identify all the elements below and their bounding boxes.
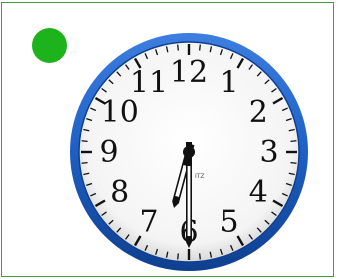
numeral-4: 4	[249, 175, 268, 210]
clock-svg: 121234567891011 ITZ	[70, 33, 308, 271]
numeral-1: 1	[219, 66, 238, 101]
minute-tick	[199, 44, 201, 51]
numeral-7: 7	[139, 204, 158, 239]
numeral-9: 9	[99, 135, 118, 170]
numeral-2: 2	[249, 95, 268, 130]
analog-clock: 121234567891011 ITZ	[68, 31, 310, 273]
numeral-5: 5	[219, 204, 238, 239]
center-pin	[183, 146, 195, 158]
minute-tick	[81, 140, 88, 142]
minute-tick	[81, 162, 88, 164]
minute-tick	[177, 44, 179, 51]
minute-tick	[199, 253, 201, 260]
clock-brand-label: ITZ	[195, 173, 205, 180]
numeral-11: 11	[130, 66, 168, 101]
numeral-3: 3	[259, 135, 278, 170]
status-indicator-dot	[32, 28, 67, 63]
minute-tick	[290, 162, 297, 164]
minute-tick	[177, 253, 179, 260]
numeral-12: 12	[170, 55, 208, 90]
clock-card: 121234567891011 ITZ	[1, 2, 334, 277]
minute-tick	[290, 140, 297, 142]
numeral-8: 8	[110, 175, 129, 210]
